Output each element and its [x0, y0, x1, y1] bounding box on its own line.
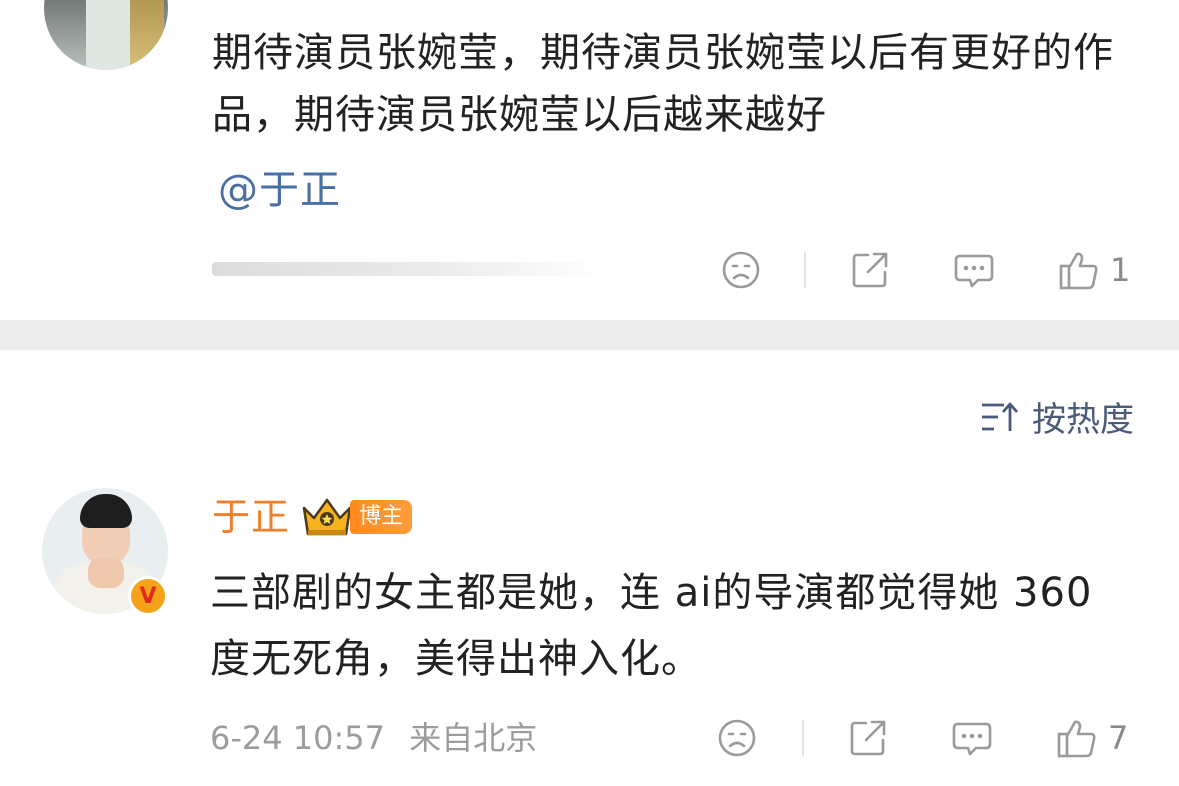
avatar-hair — [80, 494, 132, 528]
reply-button[interactable] — [950, 714, 994, 762]
verified-badge: V — [128, 576, 168, 616]
avatar-figure — [86, 0, 130, 70]
share-icon — [850, 720, 886, 756]
like-count: 1 — [1110, 251, 1131, 289]
sort-label: 按热度 — [1032, 400, 1134, 440]
dislike-button[interactable] — [720, 246, 762, 294]
like-count: 7 — [1108, 719, 1129, 757]
sad-face-icon — [718, 719, 756, 757]
thumbs-up-icon — [1059, 252, 1098, 290]
sort-button[interactable]: 按热度 — [980, 392, 1134, 441]
author-badge: 博主 — [350, 500, 412, 534]
share-button[interactable] — [848, 246, 892, 294]
share-button[interactable] — [846, 714, 890, 762]
username[interactable]: 于正 — [212, 492, 290, 542]
comment-actions: 7 — [0, 714, 1179, 762]
section-divider — [0, 320, 1179, 350]
comment-icon — [954, 254, 994, 288]
share-icon — [852, 252, 888, 288]
crown-icon — [302, 498, 352, 536]
avatar[interactable] — [44, 0, 168, 70]
comment-thread: 期待演员张婉莹，期待演员张婉莹以后有更好的作品，期待演员张婉莹以后越来越好 @于… — [0, 0, 1179, 786]
like-button[interactable]: 1 — [1058, 246, 1130, 294]
comment-icon — [952, 722, 992, 756]
sad-face-icon — [722, 251, 760, 289]
dislike-button[interactable] — [716, 714, 758, 762]
comment-actions: 1 — [0, 246, 1179, 294]
reply-button[interactable] — [952, 246, 996, 294]
sort-icon — [982, 402, 1019, 431]
divider — [804, 252, 806, 288]
mention-link[interactable]: @于正 — [218, 160, 341, 220]
like-button[interactable]: 7 — [1056, 714, 1128, 762]
comment-text: 三部剧的女主都是她，连 ai的导演都觉得她 360 度无死角，美得出神入化。 — [210, 570, 1093, 682]
divider — [802, 720, 804, 756]
thumbs-up-icon — [1057, 720, 1096, 758]
avatar-hands — [88, 558, 124, 588]
comment-text: 期待演员张婉莹，期待演员张婉莹以后有更好的作品，期待演员张婉莹以后越来越好 — [212, 30, 1114, 138]
